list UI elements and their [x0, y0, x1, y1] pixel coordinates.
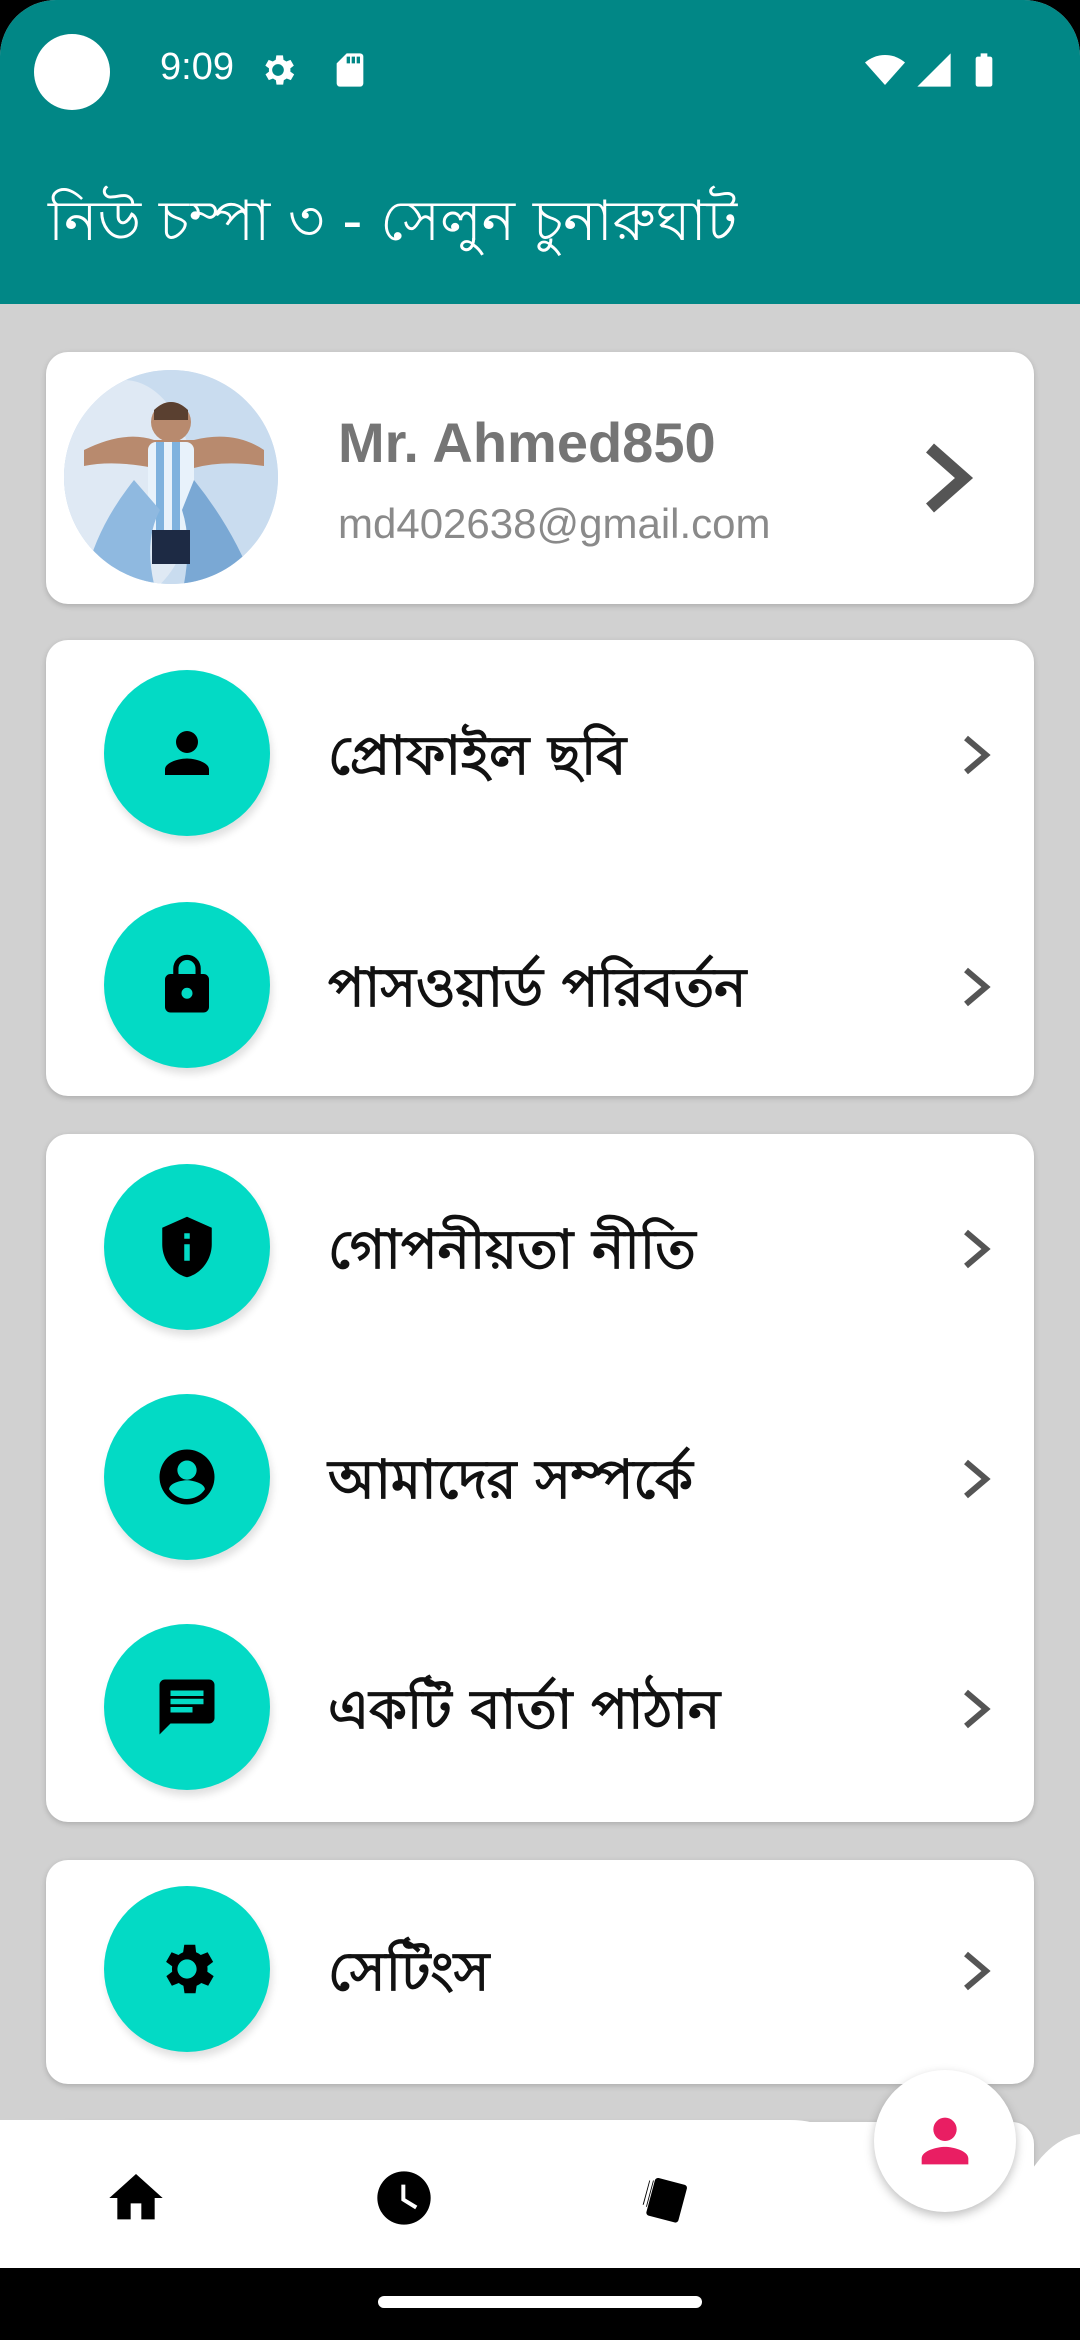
menu-item-label: গোপনীয়তা নীতি — [328, 1218, 696, 1281]
icon-badge — [104, 1886, 270, 2052]
chevron-right-icon[interactable] — [920, 442, 980, 514]
wifi-icon — [865, 55, 905, 85]
menu-item-profile-photo[interactable]: প্রোফাইল ছবি — [46, 640, 1034, 870]
sd-card-icon — [336, 53, 364, 87]
menu-group-info: গোপনীয়তা নীতি আমাদের সম্পর্কে একটি বার্… — [46, 1134, 1034, 1822]
home-indicator[interactable] — [378, 2296, 702, 2308]
signal-icon — [917, 53, 951, 87]
account-circle-icon — [159, 1449, 215, 1505]
menu-item-change-password[interactable]: পাসওয়ার্ড পরিবর্তন — [46, 872, 1034, 1102]
menu-item-label: সেটিংস — [328, 1940, 490, 2003]
battery-icon — [975, 53, 993, 87]
profile-icon — [921, 2117, 969, 2165]
chevron-right-icon — [964, 1951, 991, 1991]
menu-item-privacy-policy[interactable]: গোপনীয়তা নীতি — [46, 1134, 1034, 1364]
avatar — [64, 370, 278, 584]
gear-icon — [166, 1944, 214, 1994]
history-clock-icon[interactable] — [372, 2166, 436, 2230]
icon-badge — [104, 670, 270, 836]
menu-item-label: পাসওয়ার্ড পরিবর্তন — [328, 956, 747, 1019]
home-icon[interactable] — [104, 2166, 168, 2230]
menu-item-send-message[interactable]: একটি বার্তা পাঠান — [46, 1594, 1034, 1824]
menu-item-settings[interactable]: সেটিংস — [46, 1856, 1034, 2086]
app-title: নিউ চম্পা ৩ - সেলুন চুনারুঘাট — [48, 189, 738, 254]
menu-item-about-us[interactable]: আমাদের সম্পর্কে — [46, 1364, 1034, 1594]
menu-item-label: প্রোফাইল ছবি — [328, 724, 627, 787]
lock-icon — [165, 954, 209, 1013]
profile-email: md402638@gmail.com — [338, 500, 771, 547]
cards-icon[interactable] — [640, 2166, 704, 2230]
chevron-right-icon — [964, 1229, 991, 1269]
person-icon — [165, 731, 209, 775]
menu-group-account: প্রোফাইল ছবি পাসওয়ার্ড পরিবর্তন — [46, 640, 1034, 1096]
chevron-right-icon — [964, 735, 991, 775]
chevron-right-icon — [964, 967, 991, 1007]
avatar-image — [64, 370, 278, 584]
screen: 9:09 নিউ চম্পা ৩ - সেলুন চুনারুঘাট Mr. A… — [0, 0, 1080, 2340]
camera-cutout — [34, 34, 110, 110]
app-bar: 9:09 নিউ চম্পা ৩ - সেলুন চুনারুঘাট — [0, 0, 1080, 304]
menu-group-settings: সেটিংস — [46, 1860, 1034, 2084]
message-icon — [159, 1679, 215, 1735]
menu-item-label: একটি বার্তা পাঠান — [328, 1678, 721, 1741]
shield-info-icon — [162, 1216, 212, 1278]
profile-name: Mr. Ahmed850 — [338, 411, 716, 474]
chevron-right-icon — [964, 1459, 991, 1499]
icon-badge — [104, 902, 270, 1068]
profile-fab-button[interactable] — [874, 2070, 1016, 2212]
chevron-right-icon — [964, 1689, 991, 1729]
status-time: 9:09 — [160, 46, 234, 88]
icon-badge — [104, 1624, 270, 1790]
profile-card[interactable]: Mr. Ahmed850 md402638@gmail.com — [46, 352, 1034, 604]
menu-item-label: আমাদের সম্পর্কে — [328, 1448, 693, 1511]
icon-badge — [104, 1164, 270, 1330]
icon-badge — [104, 1394, 270, 1560]
settings-gear-icon — [265, 55, 295, 85]
